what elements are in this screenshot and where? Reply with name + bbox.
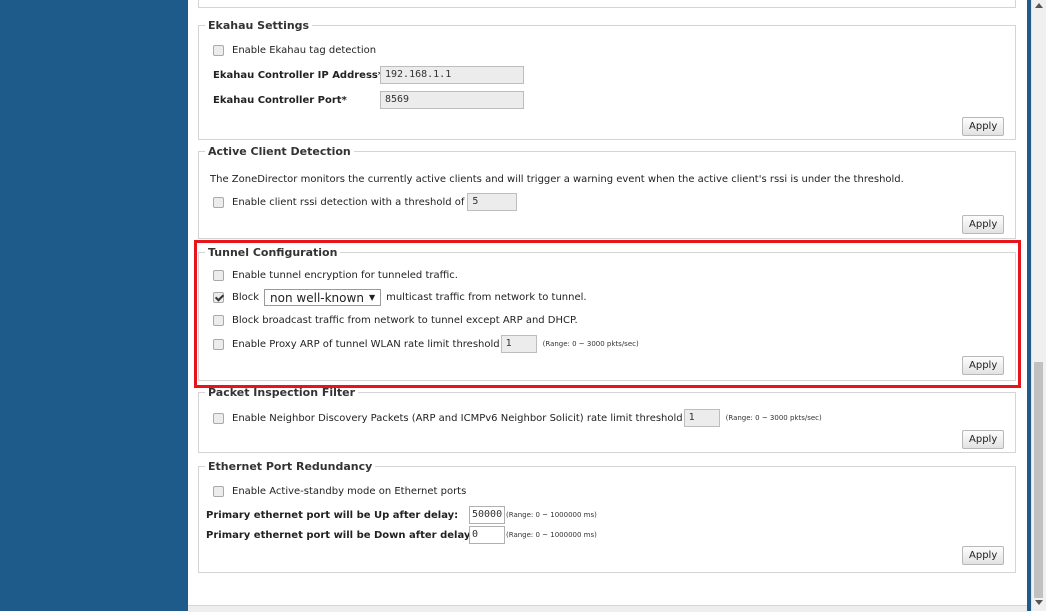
active-client-description-text: The ZoneDirector monitors the currently … xyxy=(210,174,904,185)
left-navigation-panel xyxy=(0,0,188,611)
scroll-up-arrow-icon[interactable] xyxy=(1035,3,1043,8)
scrollbar-thumb[interactable] xyxy=(1034,362,1043,598)
rssi-detection-row: Enable client rssi detection with a thre… xyxy=(213,193,518,211)
up-delay-row: Primary ethernet port will be Up after d… xyxy=(206,506,597,524)
ekahau-ip-row: Ekahau Controller IP Address* 192.168.1.… xyxy=(213,66,524,84)
ekahau-ip-field[interactable]: 192.168.1.1 xyxy=(380,66,524,84)
up-delay-field[interactable]: 50000 xyxy=(469,506,505,524)
active-client-apply-button[interactable]: Apply xyxy=(962,215,1005,234)
ekahau-enable-label: Enable Ekahau tag detection xyxy=(232,45,377,56)
section-title: Ekahau Settings xyxy=(208,19,310,32)
ekahau-enable-checkbox[interactable] xyxy=(213,45,224,56)
ekahau-apply-button[interactable]: Apply xyxy=(962,117,1005,136)
rssi-detection-checkbox[interactable] xyxy=(213,196,224,208)
scroll-down-arrow-icon[interactable] xyxy=(1035,600,1043,605)
down-delay-field[interactable]: 0 xyxy=(469,526,505,544)
up-delay-range: (Range: 0 ~ 1000000 ms) xyxy=(506,511,597,519)
active-client-description: The ZoneDirector monitors the currently … xyxy=(210,174,904,185)
rssi-threshold-field[interactable]: 5 xyxy=(467,193,518,211)
section-title: Active Client Detection xyxy=(208,145,351,158)
ekahau-port-field[interactable]: 8569 xyxy=(380,91,524,109)
section-title: Ethernet Port Redundancy xyxy=(208,460,373,473)
ekahau-enable-row: Enable Ekahau tag detection xyxy=(213,45,376,56)
highlight-box xyxy=(194,240,1021,388)
down-delay-row: Primary ethernet port will be Down after… xyxy=(206,526,597,544)
down-delay-label: Primary ethernet port will be Down after… xyxy=(206,529,475,541)
down-delay-range: (Range: 0 ~ 1000000 ms) xyxy=(506,531,597,539)
active-standby-label: Enable Active-standby mode on Ethernet p… xyxy=(232,486,467,497)
previous-section-edge xyxy=(198,0,1016,8)
active-standby-row: Enable Active-standby mode on Ethernet p… xyxy=(213,486,466,497)
up-delay-label: Primary ethernet port will be Up after d… xyxy=(206,509,459,521)
ethernet-apply-button[interactable]: Apply xyxy=(962,546,1005,565)
neighbor-discovery-range: (Range: 0 ~ 3000 pkts/sec) xyxy=(725,414,822,422)
ekahau-port-row: Ekahau Controller Port* 8569 xyxy=(213,91,524,109)
packet-inspection-apply-button[interactable]: Apply xyxy=(962,430,1005,449)
neighbor-discovery-checkbox[interactable] xyxy=(213,412,224,424)
neighbor-discovery-row: Enable Neighbor Discovery Packets (ARP a… xyxy=(213,409,822,427)
rssi-detection-label: Enable client rssi detection with a thre… xyxy=(232,196,465,208)
ekahau-ip-label: Ekahau Controller IP Address* xyxy=(213,69,384,81)
neighbor-discovery-threshold-field[interactable]: 1 xyxy=(683,409,720,427)
vertical-scrollbar[interactable] xyxy=(1031,0,1046,611)
active-standby-checkbox[interactable] xyxy=(213,486,224,497)
active-client-detection-section: Active Client Detection xyxy=(198,145,1016,239)
neighbor-discovery-label: Enable Neighbor Discovery Packets (ARP a… xyxy=(232,412,683,424)
ekahau-port-label: Ekahau Controller Port* xyxy=(213,94,347,106)
